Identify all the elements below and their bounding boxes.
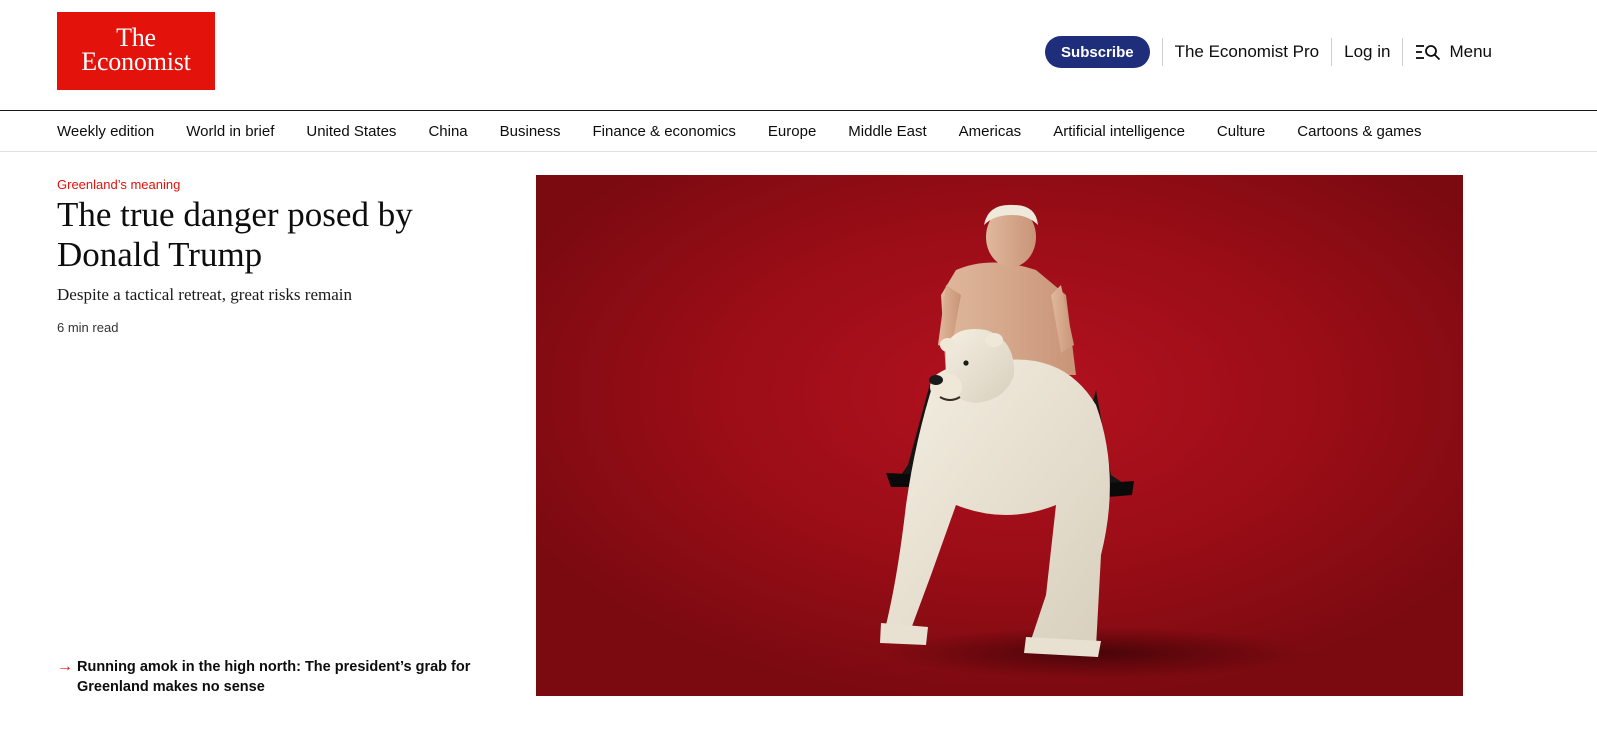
nav-item-europe[interactable]: Europe: [768, 123, 816, 140]
login-link[interactable]: Log in: [1344, 42, 1390, 62]
header-divider: [1331, 38, 1333, 66]
header-divider: [1161, 38, 1163, 66]
masthead: The Economist Subscribe The Economist Pr…: [0, 0, 1597, 111]
trump-on-polar-bear-illustration: [536, 175, 1463, 696]
header-actions: Subscribe The Economist Pro Log in Menu: [1045, 36, 1492, 68]
read-time: 6 min read: [57, 320, 119, 335]
search-menu-icon: [1416, 45, 1441, 61]
header-divider: [1402, 38, 1404, 66]
economist-logo[interactable]: The Economist: [57, 12, 215, 90]
story-rubric: Despite a tactical retreat, great risks …: [57, 285, 352, 304]
nav-item-weekly-edition[interactable]: Weekly edition: [57, 123, 154, 140]
nav-item-china[interactable]: China: [428, 123, 467, 140]
economist-pro-link[interactable]: The Economist Pro: [1175, 42, 1320, 62]
story-kicker[interactable]: Greenland’s meaning: [57, 177, 180, 192]
nav-item-united-states[interactable]: United States: [306, 123, 396, 140]
nav-item-middle-east[interactable]: Middle East: [848, 123, 926, 140]
story-headline[interactable]: The true danger posed by Donald Trump: [57, 195, 417, 275]
nav-item-business[interactable]: Business: [500, 123, 561, 140]
nav-item-americas[interactable]: Americas: [959, 123, 1022, 140]
logo-line-2: Economist: [81, 47, 191, 76]
nav-divider: [0, 151, 1597, 152]
nav-item-culture[interactable]: Culture: [1217, 123, 1265, 140]
lead-story-image[interactable]: [536, 175, 1463, 696]
related-article-link[interactable]: → Running amok in the high north: The pr…: [57, 657, 477, 697]
menu-label: Menu: [1449, 42, 1492, 61]
menu-button[interactable]: Menu: [1415, 42, 1492, 62]
subscribe-button[interactable]: Subscribe: [1045, 36, 1150, 68]
nav-item-finance-economics[interactable]: Finance & economics: [593, 123, 736, 140]
nav-item-artificial-intelligence[interactable]: Artificial intelligence: [1053, 123, 1185, 140]
nav-item-world-in-brief[interactable]: World in brief: [186, 123, 274, 140]
related-article-title: Running amok in the high north: The pres…: [77, 659, 471, 695]
section-nav: Weekly edition World in brief United Sta…: [57, 111, 1422, 151]
arrow-right-icon: →: [57, 658, 73, 675]
nav-item-cartoons-games[interactable]: Cartoons & games: [1297, 123, 1421, 140]
